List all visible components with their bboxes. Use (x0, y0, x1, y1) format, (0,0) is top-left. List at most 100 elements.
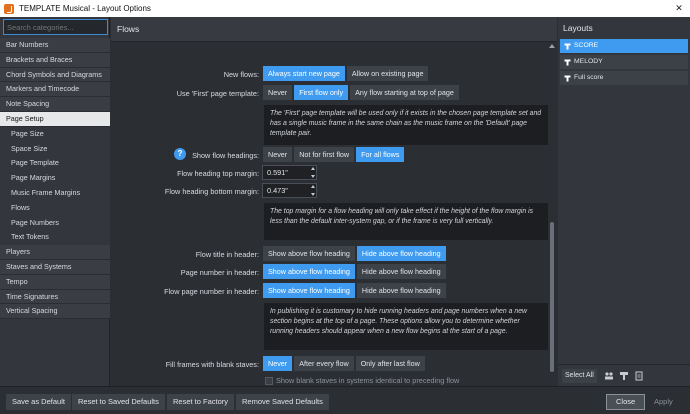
option-button[interactable]: For all flows (356, 147, 405, 162)
page-layout-icon[interactable] (633, 370, 645, 382)
layouts-footer: Select All (558, 364, 690, 386)
new-flows-options: Always start new page Allow on existing p… (263, 66, 430, 81)
heading-bottom-margin-label: Flow heading bottom margin: (164, 187, 259, 196)
section-title: Flows (111, 17, 557, 42)
category-sidebar: Bar NumbersBrackets and BracesChord Symb… (0, 17, 110, 386)
close-window-button[interactable]: ✕ (668, 0, 690, 17)
first-page-template-options: Never First flow only Any flow starting at… (263, 85, 461, 100)
layout-item[interactable]: Full score (560, 71, 688, 85)
flow-title-header-options: Show above flow heading Hide above flow h… (263, 246, 448, 261)
show-flow-headings-options: Never Not for first flow For all flows (263, 147, 406, 162)
option-button[interactable]: Show above flow heading (263, 246, 355, 261)
select-all-button[interactable]: Select All (562, 368, 597, 383)
option-button[interactable]: Allow on existing page (346, 66, 429, 81)
heading-top-margin-label: Flow heading top margin: (177, 169, 259, 178)
category-item[interactable]: Staves and Systems (0, 259, 110, 275)
apply-button[interactable]: Apply (648, 394, 679, 410)
page-number-header-label: Page number in header: (180, 268, 259, 277)
close-button[interactable]: Close (606, 394, 646, 410)
option-button[interactable]: Always start new page (263, 66, 345, 81)
publishing-info-text: In publishing it is customary to hide ru… (264, 303, 550, 350)
layout-item-label: Full score (574, 74, 604, 81)
top-margin-info-text: The top margin for a flow heading will o… (264, 203, 550, 240)
option-button[interactable]: Hide above flow heading (356, 283, 446, 298)
search-categories-input[interactable] (3, 19, 108, 35)
option-button[interactable]: Not for first flow (294, 147, 355, 162)
title-bar: TEMPLATE Musical - Layout Options ✕ (0, 0, 690, 17)
category-item[interactable]: Time Signatures (0, 289, 110, 305)
part-layout-icon[interactable] (618, 370, 630, 382)
part-icon (564, 58, 571, 66)
save-as-default-button[interactable]: Save as Default (6, 394, 71, 410)
category-item[interactable]: Brackets and Braces (0, 52, 110, 68)
reset-to-factory-button[interactable]: Reset to Factory (167, 394, 235, 410)
score-icon (564, 74, 571, 82)
category-item[interactable]: Bar Numbers (0, 38, 110, 53)
stepper-up-icon[interactable] (311, 185, 315, 188)
category-item[interactable]: Players (0, 245, 110, 260)
layout-list: SCORE MELODY Full score (558, 39, 690, 85)
option-button[interactable]: After every flow (294, 356, 354, 371)
layout-item[interactable]: MELODY (560, 55, 688, 69)
options-scrollbar[interactable] (548, 42, 557, 386)
category-item[interactable]: Page Margins (0, 171, 110, 186)
scroll-up-icon[interactable] (549, 44, 555, 48)
reset-to-saved-defaults-button[interactable]: Reset to Saved Defaults (72, 394, 165, 410)
help-icon[interactable]: ? (174, 148, 186, 160)
option-button[interactable]: Never (263, 147, 293, 162)
page-number-header-options: Show above flow heading Hide above flow h… (263, 264, 448, 279)
category-item[interactable]: Page Setup (0, 111, 110, 127)
option-button[interactable]: Hide above flow heading (356, 246, 446, 261)
option-button[interactable]: Any flow starting at top of page (350, 85, 459, 100)
category-item[interactable]: Vertical Spacing (0, 304, 110, 320)
category-item[interactable]: Page Size (0, 126, 110, 142)
first-page-info-text: The 'First' page template will be used o… (264, 105, 550, 145)
show-flow-headings-label: Show flow headings: (192, 151, 259, 160)
players-filter-icon[interactable] (603, 370, 615, 382)
layouts-panel: Layouts SCORE MELODY Full score Select All (558, 17, 690, 386)
category-item[interactable]: Page Template (0, 156, 110, 172)
score-icon (564, 42, 571, 50)
layout-item-label: MELODY (574, 58, 603, 65)
layout-item[interactable]: SCORE (560, 39, 688, 53)
option-button[interactable]: Never (263, 85, 293, 100)
stepper-up-icon[interactable] (311, 167, 315, 170)
category-item[interactable]: Note Spacing (0, 97, 110, 112)
category-item[interactable]: Markers and Timecode (0, 82, 110, 98)
stepper-down-icon[interactable] (311, 175, 315, 178)
heading-top-margin-stepper[interactable] (310, 165, 318, 180)
option-button[interactable]: Only after last flow (355, 356, 425, 371)
dialog-footer: Save as Default Reset to Saved Defaults … (0, 386, 690, 414)
heading-top-margin-input[interactable]: 0.591" (262, 165, 317, 180)
layouts-title: Layouts (563, 23, 593, 33)
category-item[interactable]: Flows (0, 200, 110, 216)
category-item[interactable]: Text Tokens (0, 230, 110, 246)
new-flows-label: New flows: (223, 70, 259, 79)
option-button[interactable]: First flow only (294, 85, 349, 100)
remove-saved-defaults-button[interactable]: Remove Saved Defaults (236, 394, 329, 410)
category-item[interactable]: Space Size (0, 141, 110, 157)
heading-bottom-margin-stepper[interactable] (310, 183, 318, 198)
option-button[interactable]: Hide above flow heading (356, 264, 446, 279)
option-button[interactable]: Show above flow heading (263, 283, 355, 298)
stepper-down-icon[interactable] (311, 193, 315, 196)
flow-page-number-header-options: Show above flow heading Hide above flow h… (263, 283, 448, 298)
scroll-thumb[interactable] (550, 222, 554, 372)
blank-staves-label: Show blank staves in systems identical t… (276, 376, 460, 385)
fill-frames-label: Fill frames with blank staves: (165, 360, 259, 369)
layout-item-label: SCORE (574, 42, 599, 49)
flow-title-header-label: Flow title in header: (195, 250, 259, 259)
category-list: Bar Numbers Brackets and Braces Chord Symb… (0, 38, 110, 320)
blank-staves-checkbox[interactable] (265, 377, 273, 385)
category-item[interactable]: Page Numbers (0, 215, 110, 231)
flow-page-number-header-label: Flow page number in header: (164, 287, 259, 296)
first-page-template-label: Use 'First' page template: (176, 89, 259, 98)
dorico-app-icon (4, 3, 14, 14)
option-button[interactable]: Never (263, 356, 293, 371)
category-item[interactable]: Music Frame Margins (0, 185, 110, 201)
option-button[interactable]: Show above flow heading (263, 264, 355, 279)
fill-frames-options: Never After every flow Only after last flo… (263, 356, 427, 371)
category-item[interactable]: Tempo (0, 274, 110, 290)
heading-bottom-margin-input[interactable]: 0.473" (262, 183, 317, 198)
category-item[interactable]: Chord Symbols and Diagrams (0, 67, 110, 83)
